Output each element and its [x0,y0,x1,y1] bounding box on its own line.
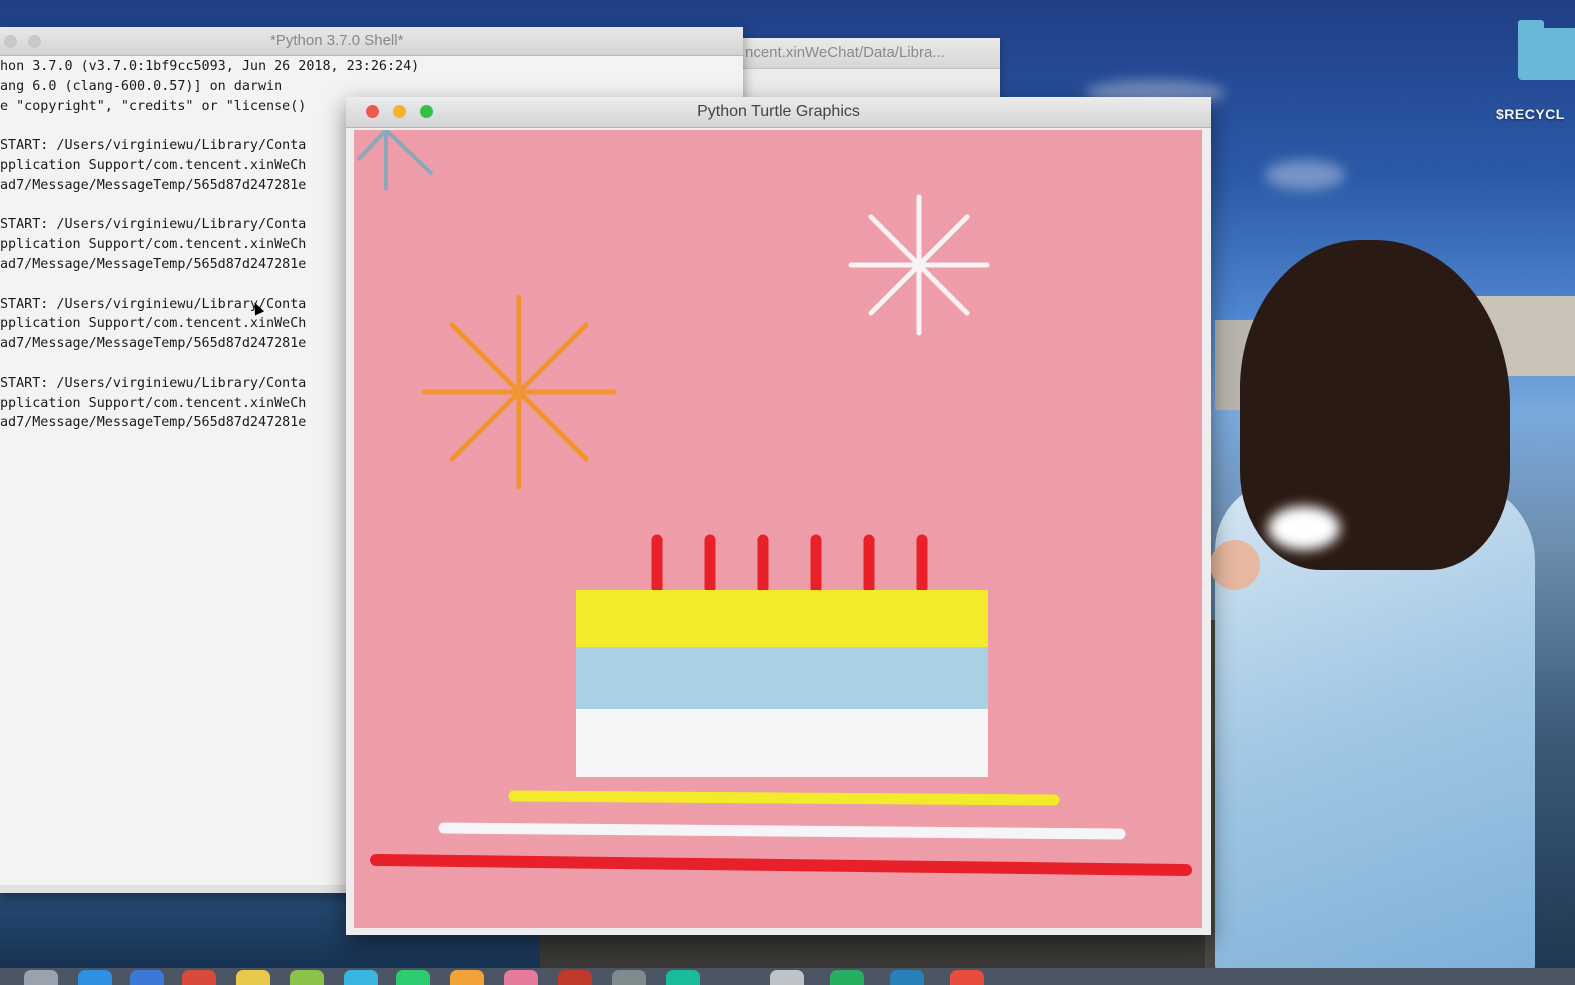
folder-body [1518,28,1575,80]
wechat-titlebar[interactable]: ncent.xinWeChat/Data/Libra... [743,38,1000,69]
dock-app-icon[interactable] [182,970,216,985]
shell-window-title: *Python 3.7.0 Shell* [270,32,404,49]
shell-line: hon 3.7.0 (v3.7.0:1bf9cc5093, Jun 26 201… [0,59,420,74]
plate-line [438,822,1126,840]
wechat-window-title: ncent.xinWeChat/Data/Libra... [745,44,945,61]
dock-app-icon[interactable] [666,970,700,985]
screen-glare [1268,506,1340,550]
turtle-cursor-icon [384,130,434,176]
dock-app-icon[interactable] [950,970,984,985]
dock-app-icon[interactable] [558,970,592,985]
dock-app-icon[interactable] [78,970,112,985]
cloud [1265,160,1345,190]
dock-app-icon[interactable] [236,970,270,985]
shell-line: ang 6.0 (clang-600.0.57)] on darwin [0,78,283,94]
dock-app-icon[interactable] [612,970,646,985]
dock-app-icon[interactable] [450,970,484,985]
wechat-window[interactable]: ncent.xinWeChat/Data/Libra... [743,38,1000,98]
dock-app-icon[interactable] [396,970,430,985]
cake-layer-bottom [576,709,988,777]
plate-line [508,790,1060,806]
dock-app-icon[interactable] [830,970,864,985]
cake-layer-middle [576,647,988,709]
dock-app-icon[interactable] [290,970,324,985]
person-hand [1210,540,1260,590]
desktop-icon-label[interactable]: $RECYCL [1496,106,1565,122]
turtle-titlebar[interactable]: Python Turtle Graphics [346,97,1211,128]
close-button[interactable] [4,35,17,48]
minimize-button[interactable] [28,35,41,48]
dock-app-icon[interactable] [130,970,164,985]
cake-layer-top [576,590,988,647]
folder-icon[interactable] [1518,18,1575,82]
dock-app-icon[interactable] [890,970,924,985]
dock-app-icon[interactable] [344,970,378,985]
turtle-drawing [354,130,1202,928]
turtle-canvas[interactable] [354,130,1202,928]
dock-app-icon[interactable] [24,970,58,985]
dock-app-icon[interactable] [504,970,538,985]
dock-app-icon[interactable] [770,970,804,985]
shell-titlebar[interactable]: *Python 3.7.0 Shell* [0,27,743,56]
turtle-window-title: Python Turtle Graphics [697,103,860,120]
turtle-graphics-window[interactable]: Python Turtle Graphics [346,97,1211,935]
